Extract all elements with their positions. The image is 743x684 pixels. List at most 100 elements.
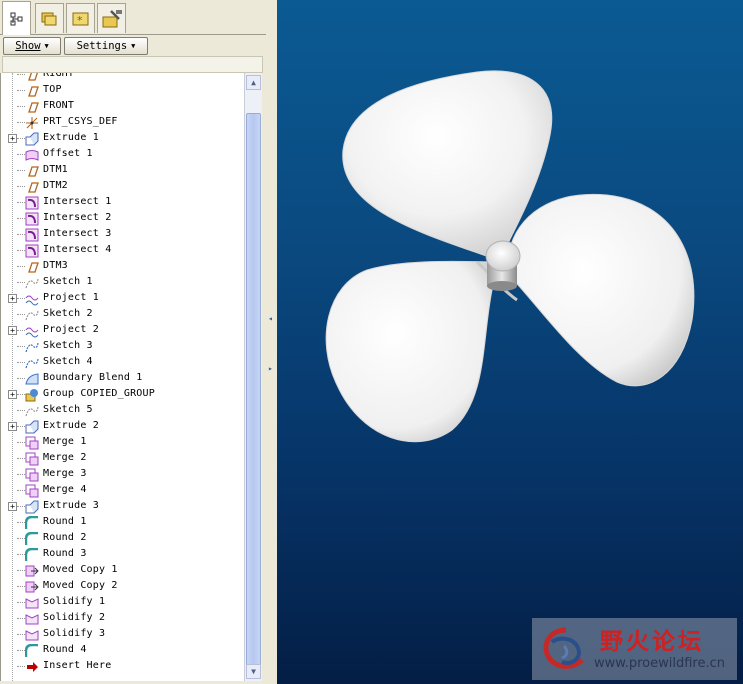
tree-item-label: Extrude 2 [43, 420, 99, 431]
tree-item[interactable]: RIGHT [1, 73, 245, 83]
show-dropdown-button[interactable]: Show ▼ [3, 37, 61, 55]
solidify-icon [25, 598, 39, 609]
tree-item[interactable]: DTM3 [1, 259, 245, 275]
tree-item-label: Moved Copy 1 [43, 564, 118, 575]
tree-item[interactable]: DTM2 [1, 179, 245, 195]
intersect-icon [25, 212, 39, 226]
connections-tab[interactable] [97, 3, 126, 33]
boundary-blend-icon [25, 373, 39, 385]
expand-toggle-icon[interactable]: + [8, 502, 17, 511]
tree-item[interactable]: Sketch 5 [1, 403, 245, 419]
tree-item[interactable]: Boundary Blend 1 [1, 371, 245, 387]
tree-connector [17, 618, 25, 619]
tree-item[interactable]: Round 4 [1, 643, 245, 659]
tree-item[interactable]: Moved Copy 1 [1, 563, 245, 579]
collapse-left-icon[interactable]: ◂ [268, 314, 273, 323]
tree-item[interactable]: + Extrude 2 [1, 419, 245, 435]
settings-dropdown-button[interactable]: Settings ▼ [64, 37, 148, 55]
tree-connector [17, 90, 25, 91]
tree-item[interactable]: Merge 3 [1, 467, 245, 483]
tree-item[interactable]: Solidify 1 [1, 595, 245, 611]
scroll-up-button[interactable]: ▲ [246, 75, 261, 90]
tree-item[interactable]: PRT_CSYS_DEF [1, 115, 245, 131]
tree-item[interactable]: Intersect 2 [1, 211, 245, 227]
show-label: Show [15, 40, 41, 52]
watermark-url: www.proewildfire.cn [594, 656, 725, 671]
tree-item-label: Sketch 4 [43, 356, 93, 367]
tree-item[interactable]: Insert Here [1, 659, 245, 675]
tree-item-label: Merge 1 [43, 436, 87, 447]
propeller-model [325, 70, 695, 443]
datum-plane-icon [28, 182, 39, 193]
round-icon [25, 548, 38, 561]
favorites-icon: * [72, 12, 88, 27]
tools-icon [102, 9, 122, 27]
merge-icon [25, 436, 39, 450]
tree-item[interactable]: Merge 4 [1, 483, 245, 499]
favorites-tab[interactable]: * [66, 3, 95, 33]
tree-item[interactable]: Merge 1 [1, 435, 245, 451]
tree-item[interactable]: Sketch 2 [1, 307, 245, 323]
sketch-icon [25, 310, 39, 321]
tree-item[interactable]: TOP [1, 83, 245, 99]
folder-browser-tab[interactable] [35, 3, 64, 33]
tree-item-label: Intersect 4 [43, 244, 112, 255]
tree-item[interactable]: + Extrude 3 [1, 499, 245, 515]
tree-item[interactable]: Round 2 [1, 531, 245, 547]
tree-item[interactable]: Intersect 1 [1, 195, 245, 211]
tree-connector [17, 346, 25, 347]
tree-item-label: Solidify 2 [43, 612, 106, 623]
model-tree-panel: * Show ▼ Settings ▼ RIGHT TOP FRONT PRT_CSY… [0, 0, 267, 684]
tree-item[interactable]: Intersect 4 [1, 243, 245, 259]
tree-item[interactable]: + Group COPIED_GROUP [1, 387, 245, 403]
tree-item[interactable]: Moved Copy 2 [1, 579, 245, 595]
tree-item[interactable]: Round 3 [1, 547, 245, 563]
tree-item-label: Round 2 [43, 532, 87, 543]
tree-item[interactable]: + Extrude 1 [1, 131, 245, 147]
tree-item-label: DTM1 [43, 164, 68, 175]
sketch-blue-icon [25, 342, 39, 353]
tree-connector [17, 650, 25, 651]
tree-item-label: Solidify 3 [43, 628, 106, 639]
datum-plane-icon [28, 262, 39, 273]
expand-toggle-icon[interactable]: + [8, 390, 17, 399]
expand-toggle-icon[interactable]: + [8, 294, 17, 303]
tree-item-label: Sketch 5 [43, 404, 93, 415]
tree-item[interactable]: DTM1 [1, 163, 245, 179]
tree-item[interactable]: Merge 2 [1, 451, 245, 467]
tree-item-label: Offset 1 [43, 148, 93, 159]
panel-splitter[interactable]: ◂ ▸ [266, 0, 276, 684]
extrude-icon [25, 420, 39, 434]
tree-vertical-scrollbar[interactable]: ▲ ▼ [244, 73, 262, 681]
tree-item[interactable]: + Project 1 [1, 291, 245, 307]
tree-item[interactable]: Solidify 2 [1, 611, 245, 627]
expand-toggle-icon[interactable]: + [8, 134, 17, 143]
round-icon [25, 516, 38, 529]
merge-icon [25, 452, 39, 466]
insert-here-arrow-icon [27, 662, 38, 672]
tree-item[interactable]: Offset 1 [1, 147, 245, 163]
tree-item[interactable]: Sketch 1 [1, 275, 245, 291]
scroll-down-button[interactable]: ▼ [246, 664, 261, 679]
tree-column-header [2, 56, 263, 73]
tree-connector [17, 426, 25, 427]
scrollbar-thumb[interactable] [246, 113, 261, 673]
expand-toggle-icon[interactable]: + [8, 422, 17, 431]
expand-toggle-icon[interactable]: + [8, 326, 17, 335]
tree-item[interactable]: FRONT [1, 99, 245, 115]
tree-item[interactable]: Intersect 3 [1, 227, 245, 243]
tree-item-label: DTM2 [43, 180, 68, 191]
tree-item-label: Intersect 2 [43, 212, 112, 223]
tree-connector [17, 506, 25, 507]
tree-item[interactable]: Sketch 3 [1, 339, 245, 355]
tree-item[interactable]: Solidify 3 [1, 627, 245, 643]
tree-item-label: Moved Copy 2 [43, 580, 118, 591]
tree-item-label: RIGHT [43, 73, 75, 79]
expand-right-icon[interactable]: ▸ [268, 364, 273, 373]
tree-connector [17, 154, 25, 155]
model-tree-tab[interactable] [2, 1, 31, 35]
graphics-viewport[interactable]: 野火论坛 www.proewildfire.cn [277, 0, 743, 684]
tree-item[interactable]: Sketch 4 [1, 355, 245, 371]
tree-item[interactable]: Round 1 [1, 515, 245, 531]
tree-item[interactable]: + Project 2 [1, 323, 245, 339]
